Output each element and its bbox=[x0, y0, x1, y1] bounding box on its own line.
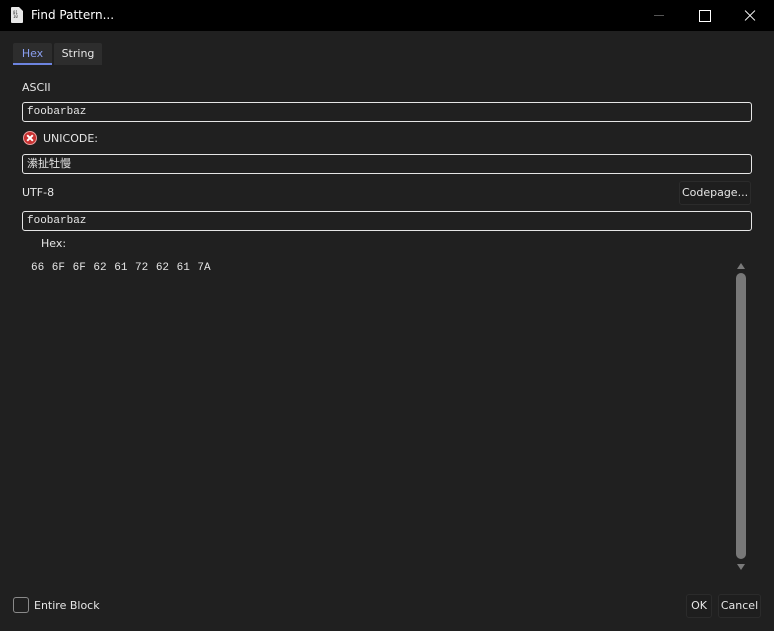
scroll-down-arrow-icon[interactable] bbox=[737, 564, 745, 570]
scroll-up-arrow-icon[interactable] bbox=[737, 263, 745, 269]
entire-block-label[interactable]: Entire Block bbox=[34, 599, 100, 612]
tab-hex[interactable]: Hex bbox=[13, 43, 52, 65]
unicode-label: UNICODE: bbox=[43, 132, 98, 145]
codepage-button[interactable]: Codepage... bbox=[679, 181, 751, 205]
ok-button[interactable]: OK bbox=[686, 594, 712, 618]
hex-output[interactable]: 66 6F 6F 62 61 72 62 61 7A bbox=[31, 262, 211, 274]
close-button[interactable] bbox=[727, 0, 773, 31]
ascii-input[interactable]: foobarbaz bbox=[22, 102, 752, 122]
hex-label: Hex: bbox=[41, 237, 67, 250]
utf8-label: UTF-8 bbox=[22, 186, 55, 199]
title-bar: 01 10 Find Pattern... bbox=[0, 0, 774, 31]
tab-string[interactable]: String bbox=[54, 43, 102, 65]
binary-file-icon: 01 10 bbox=[11, 7, 23, 23]
minimize-button[interactable] bbox=[636, 0, 682, 31]
window-title: Find Pattern... bbox=[31, 8, 115, 22]
maximize-button[interactable] bbox=[681, 0, 727, 31]
cancel-button[interactable]: Cancel bbox=[718, 594, 761, 618]
ascii-label: ASCII bbox=[22, 81, 51, 94]
utf8-input[interactable]: foobarbaz bbox=[22, 211, 752, 231]
scrollbar-thumb[interactable] bbox=[736, 273, 746, 559]
entire-block-checkbox[interactable] bbox=[13, 597, 29, 613]
error-icon bbox=[23, 131, 37, 145]
unicode-input[interactable]: 潫扯牡慢 bbox=[22, 154, 752, 174]
